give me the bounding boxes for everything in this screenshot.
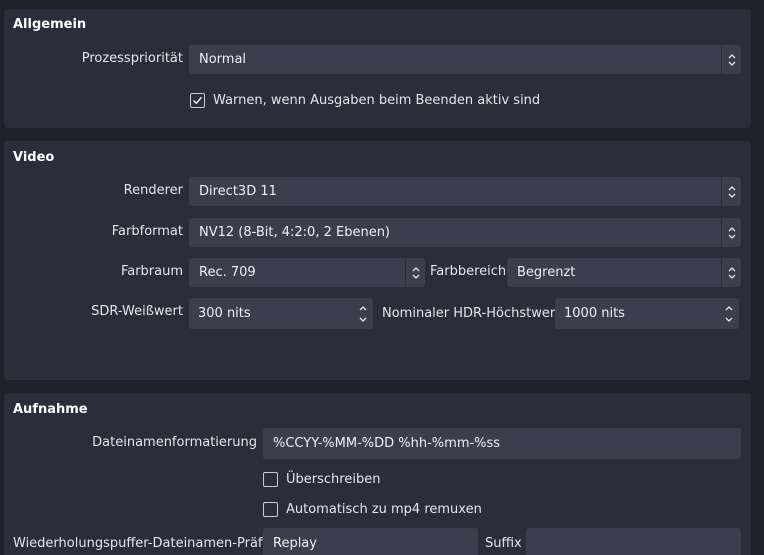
process-priority-select[interactable]: Normal bbox=[189, 45, 741, 74]
updown-chevron-icon bbox=[721, 177, 741, 206]
spin-arrows-icon[interactable] bbox=[719, 298, 739, 329]
recording-group-title: Aufnahme bbox=[13, 402, 88, 417]
color-space-value: Rec. 709 bbox=[199, 265, 256, 280]
filename-format-label: Dateinamenformatierung bbox=[92, 435, 257, 450]
color-space-select[interactable]: Rec. 709 bbox=[189, 258, 425, 287]
sdr-white-spinbox[interactable]: 300 nits bbox=[189, 298, 373, 329]
checkmark-icon bbox=[190, 92, 205, 108]
replay-prefix-input[interactable]: Replay bbox=[263, 528, 478, 555]
auto-remux-label: Automatisch zu mp4 remuxen bbox=[286, 501, 482, 517]
video-group: Video Renderer Direct3D 11 Farbformat NV… bbox=[4, 141, 751, 380]
sdr-white-label: SDR-Weißwert bbox=[91, 304, 183, 319]
sdr-white-value: 300 nits bbox=[198, 306, 251, 321]
spin-arrows-icon[interactable] bbox=[353, 298, 373, 329]
overwrite-label: Überschreiben bbox=[286, 471, 381, 487]
color-space-label: Farbraum bbox=[120, 264, 183, 279]
process-priority-value: Normal bbox=[199, 52, 247, 67]
replay-prefix-label: Wiederholungspuffer-Dateinamen-Präfix bbox=[13, 536, 274, 551]
checkbox-icon bbox=[263, 501, 278, 517]
hdr-peak-label: Nominaler HDR-Höchstwert bbox=[382, 306, 561, 321]
recording-group: Aufnahme Dateinamenformatierung %CCYY-%M… bbox=[4, 393, 751, 555]
renderer-value: Direct3D 11 bbox=[199, 184, 277, 199]
renderer-select[interactable]: Direct3D 11 bbox=[189, 177, 741, 206]
color-range-select[interactable]: Begrenzt bbox=[507, 258, 741, 287]
warn-active-outputs-checkbox[interactable]: Warnen, wenn Ausgaben beim Beenden aktiv… bbox=[190, 90, 540, 110]
updown-chevron-icon bbox=[405, 258, 425, 287]
process-priority-label: Prozesspriorität bbox=[81, 51, 183, 66]
overwrite-checkbox[interactable]: Überschreiben bbox=[263, 469, 380, 489]
hdr-peak-value: 1000 nits bbox=[564, 306, 625, 321]
suffix-label: Suffix bbox=[485, 536, 522, 551]
color-format-value: NV12 (8-Bit, 4:2:0, 2 Ebenen) bbox=[199, 225, 391, 240]
warn-active-outputs-label: Warnen, wenn Ausgaben beim Beenden aktiv… bbox=[213, 92, 541, 108]
video-group-title: Video bbox=[13, 150, 55, 165]
color-format-label: Farbformat bbox=[111, 224, 183, 239]
general-group-title: Allgemein bbox=[13, 17, 87, 32]
updown-chevron-icon bbox=[721, 258, 741, 287]
color-range-label: Farbbereich bbox=[430, 264, 507, 279]
general-group: Allgemein Prozesspriorität Normal Warnen… bbox=[4, 9, 751, 128]
color-format-select[interactable]: NV12 (8-Bit, 4:2:0, 2 Ebenen) bbox=[189, 218, 741, 247]
checkbox-icon bbox=[263, 471, 278, 487]
filename-format-input[interactable]: %CCYY-%MM-%DD %hh-%mm-%ss bbox=[263, 428, 741, 459]
updown-chevron-icon bbox=[721, 45, 741, 74]
hdr-peak-spinbox[interactable]: 1000 nits bbox=[555, 298, 739, 329]
suffix-input[interactable] bbox=[526, 528, 741, 555]
color-range-value: Begrenzt bbox=[517, 265, 576, 280]
updown-chevron-icon bbox=[721, 218, 741, 247]
renderer-label: Renderer bbox=[123, 183, 183, 198]
auto-remux-checkbox[interactable]: Automatisch zu mp4 remuxen bbox=[263, 499, 482, 519]
